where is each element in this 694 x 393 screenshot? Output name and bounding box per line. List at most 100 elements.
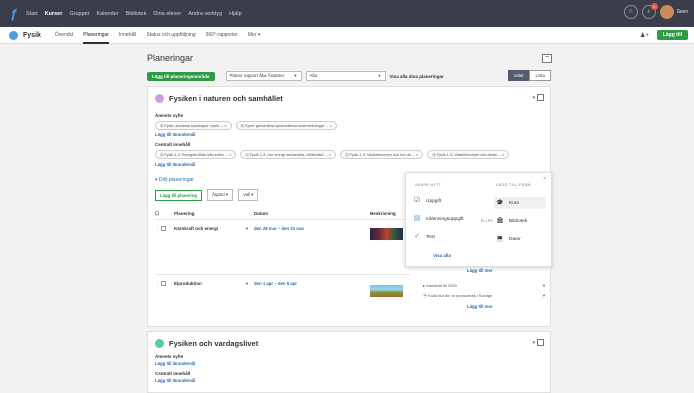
nav-item-bibliotek[interactable]: Bibliotek xyxy=(126,11,147,17)
notifications-icon[interactable]: ♪ 1 xyxy=(641,3,658,19)
card-title[interactable]: Fysiken och vardagslivet xyxy=(169,339,258,348)
drag-handle-icon[interactable]: ⋮ xyxy=(155,281,160,287)
card-checkbox[interactable] xyxy=(537,94,544,101)
toggle-selected[interactable]: Valet xyxy=(507,70,530,81)
drag-handle-icon[interactable]: ⋮ xyxy=(155,226,160,232)
course-name[interactable]: Fysik xyxy=(23,32,41,39)
create-uppgift[interactable]: ☑ Uppgift xyxy=(413,197,441,205)
add-member-icon[interactable]: ♟+ xyxy=(640,32,649,39)
description-thumbnail[interactable] xyxy=(370,228,403,240)
period-select-value: Alla xyxy=(309,73,318,78)
add-from-dator[interactable]: 💻 Dator xyxy=(494,233,546,245)
column-header-description: Beskrivning xyxy=(370,211,396,216)
card-controls: ▾ xyxy=(532,339,544,346)
row-checkbox[interactable] xyxy=(161,226,166,231)
subnav-right: ♟+ Lägg till xyxy=(640,30,688,40)
chevron-down-icon[interactable]: ▼ xyxy=(245,226,249,231)
chevron-down-icon[interactable]: ▾ xyxy=(532,95,535,101)
tab-0[interactable]: Översikt xyxy=(55,27,73,44)
course-color-icon xyxy=(9,30,18,40)
goal-chip[interactable]: ◎ Fysik: använda kunskaper i fysik ... × xyxy=(155,121,232,130)
column-header-date[interactable]: Datum xyxy=(254,211,268,216)
tab-5[interactable]: Mer ▾ xyxy=(248,27,261,44)
hide-plans-toggle[interactable]: ▾ Dölj planeringar xyxy=(155,177,194,183)
plan-date[interactable]: den 1 apr – den 6 apr xyxy=(254,281,297,286)
nav-item-kalender[interactable]: Kalender xyxy=(97,11,119,17)
plan-name[interactable]: Elproduktion xyxy=(174,281,202,286)
chevron-down-icon[interactable]: ▼ xyxy=(542,293,546,298)
card-header: Fysiken och vardagslivet xyxy=(155,339,258,348)
nav-item-grupper[interactable]: Grupper xyxy=(69,11,89,17)
notification-badge: 1 xyxy=(650,3,658,10)
plan-name[interactable]: Kärnkraft och energi xyxy=(174,226,218,231)
add-from-kurs[interactable]: 🎓 Kurs xyxy=(494,197,546,209)
nav-item-andra-verktyg[interactable]: Andra verktyg xyxy=(188,11,222,17)
tab-2[interactable]: Innehåll xyxy=(119,27,137,44)
create-inlämningsuppgift[interactable]: ▤ Inlämningsuppgift xyxy=(413,215,464,223)
add-planning-area-button[interactable]: Lägg till planeringsområde xyxy=(147,71,215,81)
view-select[interactable]: Vall ▾ xyxy=(238,189,259,201)
content-item[interactable]: ⦿ Kolla hur din el produceras i Sverige xyxy=(423,293,492,299)
aims-label: Ämnets syfte xyxy=(155,354,184,359)
chevron-down-icon[interactable]: ▼ xyxy=(245,281,249,286)
add-learning-goal-link[interactable]: Lägg till lärandemål xyxy=(155,361,195,366)
action-select[interactable]: Åtgärd ▾ xyxy=(207,189,234,201)
card-title[interactable]: Fysiken i naturen och samhället xyxy=(169,94,283,103)
collapse-all-button[interactable]: − xyxy=(542,54,552,63)
show-all-link[interactable]: Visa alla xyxy=(433,253,451,258)
close-icon[interactable]: × xyxy=(543,176,546,182)
search-icon[interactable]: ○ xyxy=(623,5,638,19)
tab-4[interactable]: 360°-rapporter xyxy=(206,27,238,44)
top-nav-items: Start Kurser Grupper Kalender Bibliotek Dina … xyxy=(26,11,249,17)
planning-area-card: Fysiken och vardagslivet ▾ Ämnets syfte … xyxy=(147,331,551,393)
tab-1[interactable]: Planeringar xyxy=(83,27,109,44)
course-subnav: Fysik Översikt Planeringar Innehåll Status … xyxy=(0,27,694,44)
chevron-down-icon: ▼ xyxy=(377,73,382,78)
add-planning-button[interactable]: Lägg till planering xyxy=(155,189,203,201)
plan-date[interactable]: den 28 mar – den 31 mar xyxy=(254,226,304,231)
add-learning-goal-link[interactable]: Lägg till lärandemål xyxy=(155,378,195,383)
nav-item-kurser[interactable]: Kurser xyxy=(45,11,63,17)
add-more-link[interactable]: Lägg till mer xyxy=(467,304,493,309)
chevron-down-icon[interactable]: ▼ xyxy=(542,283,546,288)
description-thumbnail[interactable] xyxy=(370,285,403,297)
add-from-bibliotek[interactable]: 🏛 Bibliotek xyxy=(494,215,546,227)
chevron-down-icon[interactable]: ▾ xyxy=(532,340,535,346)
row-checkbox[interactable] xyxy=(161,281,166,286)
goal-chip[interactable]: ◎ Fysik 1-3: Väderfenomen och deras ... … xyxy=(427,150,510,159)
area-color-dot xyxy=(155,339,164,348)
view-toggle: Valet Lista xyxy=(507,70,551,81)
chevron-down-icon: ▼ xyxy=(293,73,298,78)
tab-3[interactable]: Status och uppföljning xyxy=(146,27,195,44)
area-color-dot xyxy=(155,94,164,103)
test-icon: ✓ xyxy=(414,233,420,240)
table-row[interactable]: ⋮ Elproduktion ▼ den 1 apr – den 6 apr xyxy=(155,274,410,326)
card-checkbox[interactable] xyxy=(537,339,544,346)
add-more-link[interactable]: Lägg till mer xyxy=(467,268,493,273)
goal-chip[interactable]: ◎ Fysik: genomföra systematiska undersök… xyxy=(235,121,337,130)
goal-chip[interactable]: ◎ Fysik 1-3: Väderfenomen och hur de ...… xyxy=(340,150,424,159)
content-item[interactable]: ▸ Kandidat till 2050 xyxy=(423,283,457,288)
period-select[interactable]: Alla ▼ xyxy=(305,71,386,81)
toggle-list[interactable]: Lista xyxy=(529,70,551,81)
plans-toolbar: Lägg till planeringsområde Planer rappor… xyxy=(147,70,551,82)
filter-select[interactable]: Planer rapport åka Åsaköer ▼ xyxy=(225,71,302,81)
create-test[interactable]: ✓ Test xyxy=(413,233,435,241)
app-logo-icon[interactable]: ƒ xyxy=(8,6,20,21)
goal-chip[interactable]: ◎ Fysik 1-3: Energins flöde från solen .… xyxy=(155,150,237,159)
nav-item-dina-elever[interactable]: Dina elever xyxy=(153,11,181,17)
header-checkbox[interactable]: ☐ xyxy=(155,211,159,217)
add-learning-goal-link[interactable]: Lägg till lärandemål xyxy=(155,162,195,167)
show-all-plans-link[interactable]: Visa alla dina planeringar xyxy=(390,74,444,79)
goal-chip[interactable]: ◎ Fysik 1-3: Hur energi omvandlas, elekt… xyxy=(240,150,337,159)
nav-item-hjälp[interactable]: Hjälp xyxy=(229,11,242,17)
table-row[interactable]: ⋮ Kärnkraft och energi ▼ den 28 mar – de… xyxy=(155,219,410,275)
user-avatar[interactable] xyxy=(659,5,674,19)
user-name[interactable]: Sven xyxy=(677,9,688,15)
column-header-planning[interactable]: Planering xyxy=(174,211,195,216)
assignment-icon: ☑ xyxy=(413,197,421,204)
nav-item-start[interactable]: Start xyxy=(26,11,38,17)
add-learning-goal-link[interactable]: Lägg till lärandemål xyxy=(155,132,195,137)
discussion-icon: ▤ xyxy=(413,215,421,222)
add-button[interactable]: Lägg till xyxy=(656,30,688,40)
